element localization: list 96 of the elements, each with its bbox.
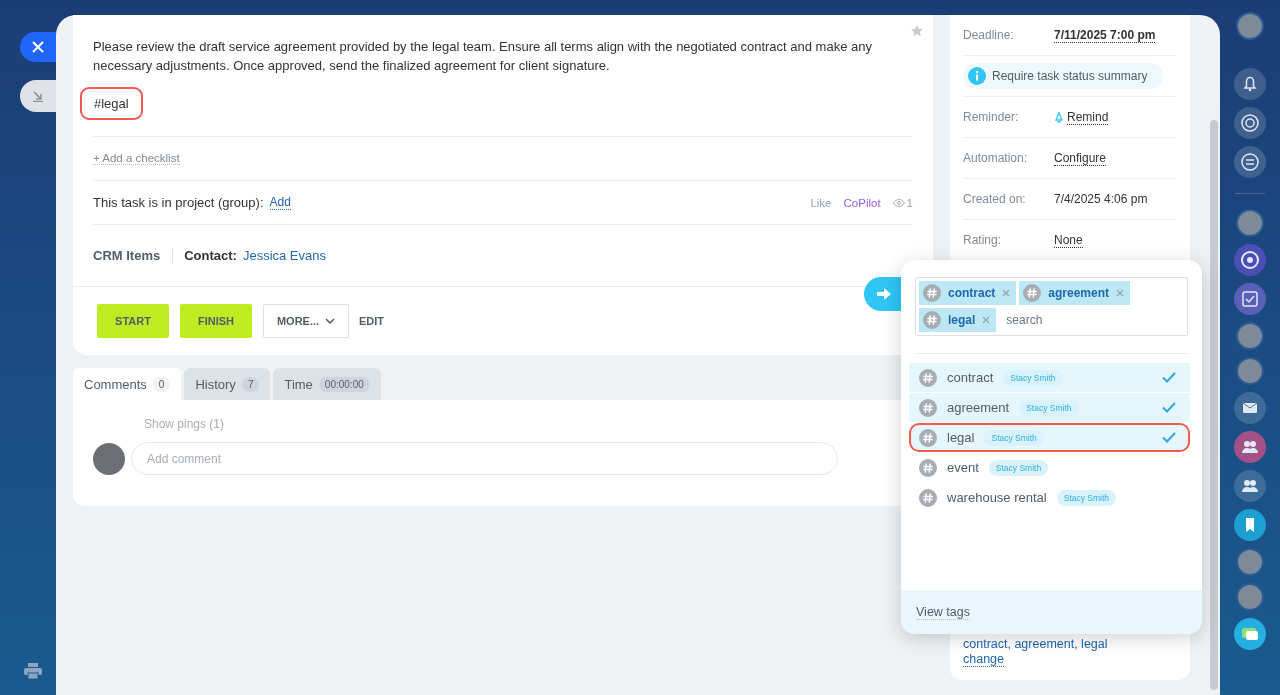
hash-icon bbox=[919, 458, 937, 477]
status-summary-notice[interactable]: Require task status summary bbox=[963, 63, 1164, 89]
add-checklist-link[interactable]: + Add a checklist bbox=[93, 152, 180, 165]
info-icon bbox=[968, 67, 986, 85]
author-label: Stacy Smith bbox=[984, 429, 1044, 446]
field-value: 7/4/2025 4:06 pm bbox=[1054, 192, 1148, 206]
view-count: 1 bbox=[906, 196, 913, 209]
action-button[interactable]: FINISH bbox=[180, 304, 252, 338]
hash-icon bbox=[919, 488, 937, 507]
check-icon bbox=[1162, 372, 1176, 383]
tag-option[interactable]: legal Stacy Smith bbox=[909, 423, 1190, 452]
tag-option[interactable]: agreement Stacy Smith bbox=[909, 393, 1190, 422]
tag-name: agreement bbox=[1048, 286, 1110, 300]
copilot-icon[interactable] bbox=[1234, 244, 1266, 276]
group-avatar[interactable] bbox=[1236, 322, 1264, 350]
hash-icon bbox=[923, 284, 941, 302]
contact-avatar[interactable] bbox=[1236, 548, 1264, 576]
field-link[interactable]: None bbox=[1054, 232, 1083, 248]
arrow-icon bbox=[877, 288, 891, 300]
change-tags-link[interactable]: change bbox=[963, 652, 1004, 667]
tag-option[interactable]: contract Stacy Smith bbox=[909, 363, 1190, 392]
tag-name: legal bbox=[948, 313, 976, 327]
field-link[interactable]: Configure bbox=[1054, 150, 1107, 166]
group-icon[interactable] bbox=[1234, 431, 1266, 463]
star-icon[interactable] bbox=[911, 25, 923, 37]
tab[interactable]: History 7 bbox=[184, 368, 271, 400]
tag-name: contract bbox=[947, 370, 994, 385]
comment-input[interactable]: Add comment bbox=[131, 442, 838, 475]
view-tags-link[interactable]: View tags bbox=[916, 604, 970, 620]
crm-items-label: CRM Items bbox=[93, 248, 174, 263]
tag-name: legal bbox=[947, 430, 975, 445]
tab[interactable]: Comments 0 bbox=[73, 368, 182, 400]
author-label: Stacy Smith bbox=[988, 459, 1049, 476]
tag-name: warehouse rental bbox=[947, 490, 1047, 505]
hash-icon bbox=[919, 428, 937, 447]
deadline-link[interactable]: 7/11/2025 7:00 pm bbox=[1054, 27, 1156, 43]
mail-icon[interactable] bbox=[1234, 392, 1266, 424]
field-label: Deadline: bbox=[963, 28, 1015, 42]
contact-avatar[interactable] bbox=[1236, 583, 1264, 611]
contact-label: Contact: bbox=[184, 248, 237, 263]
close-button[interactable] bbox=[20, 32, 56, 62]
tag-name: contract bbox=[948, 286, 996, 300]
edit-button[interactable]: EDIT bbox=[359, 304, 385, 338]
check-icon bbox=[1162, 402, 1176, 413]
project-label: This task is in project (group): bbox=[93, 195, 264, 210]
field-label: Rating: bbox=[963, 233, 1003, 247]
contact-avatar[interactable] bbox=[1236, 357, 1264, 385]
hash-icon bbox=[1023, 284, 1042, 302]
hash-icon bbox=[919, 368, 937, 387]
contact-link[interactable]: Jessica Evans bbox=[242, 248, 326, 263]
tag-name: agreement bbox=[947, 400, 1010, 415]
tab[interactable]: Time 00:00:00 bbox=[273, 368, 381, 400]
scrollbar[interactable] bbox=[1210, 120, 1218, 690]
bookmark-icon[interactable] bbox=[1234, 509, 1266, 541]
printer-icon[interactable] bbox=[24, 663, 42, 679]
task-description: Please review the draft service agreement provided by the legal team. Ensure all terms align with the negotiated contract and make any necessary adjustments. Once approved, send the finalized agreement for client signature. bbox=[93, 38, 873, 75]
remove-icon[interactable] bbox=[1002, 289, 1011, 297]
author-label: Stacy Smith bbox=[1056, 489, 1117, 506]
caret-icon bbox=[325, 318, 336, 324]
remove-icon[interactable] bbox=[1116, 289, 1125, 297]
copilot-link[interactable]: CoPilot bbox=[843, 196, 881, 209]
group-icon[interactable] bbox=[1234, 470, 1266, 502]
field-label: Reminder: bbox=[963, 110, 1020, 124]
minimize-button[interactable] bbox=[20, 80, 56, 112]
notification-icon[interactable] bbox=[1234, 68, 1266, 100]
task-icon[interactable] bbox=[1234, 283, 1266, 315]
chat-sync-icon[interactable] bbox=[1234, 146, 1266, 178]
add-project-link[interactable]: Add bbox=[269, 195, 291, 210]
user-avatar[interactable] bbox=[1236, 12, 1264, 40]
views-icon bbox=[892, 198, 905, 207]
tab-count: 7 bbox=[241, 376, 260, 392]
close-icon bbox=[32, 41, 44, 53]
action-button[interactable]: START bbox=[97, 304, 169, 338]
field-label: Created on: bbox=[963, 192, 1027, 206]
contact-avatar[interactable] bbox=[1236, 209, 1264, 237]
minimize-icon bbox=[32, 90, 44, 102]
author-label: Stacy Smith bbox=[1003, 369, 1063, 386]
target-icon[interactable] bbox=[1234, 107, 1266, 139]
hash-icon bbox=[923, 311, 941, 329]
hashtag-link[interactable]: #legal bbox=[80, 87, 143, 120]
chat-icon[interactable] bbox=[1234, 618, 1266, 650]
tab-count: 00:00:00 bbox=[318, 376, 370, 392]
remove-icon[interactable] bbox=[982, 316, 991, 324]
reminder-link[interactable]: Remind bbox=[1067, 109, 1109, 125]
hash-icon bbox=[919, 398, 937, 417]
author-label: Stacy Smith bbox=[1019, 399, 1079, 416]
field-label: Automation: bbox=[963, 151, 1029, 165]
tag-name: event bbox=[947, 460, 979, 475]
tag-list: contract, agreement, legal bbox=[963, 637, 1177, 652]
tag-option[interactable]: warehouse rental Stacy Smith bbox=[909, 483, 1190, 512]
bell-icon bbox=[1054, 111, 1064, 123]
tag-option[interactable]: event Stacy Smith bbox=[909, 453, 1190, 482]
more-button[interactable]: MORE... bbox=[263, 304, 349, 338]
tab-count: 0 bbox=[152, 376, 171, 392]
user-avatar bbox=[93, 442, 125, 475]
check-icon bbox=[1162, 432, 1176, 443]
